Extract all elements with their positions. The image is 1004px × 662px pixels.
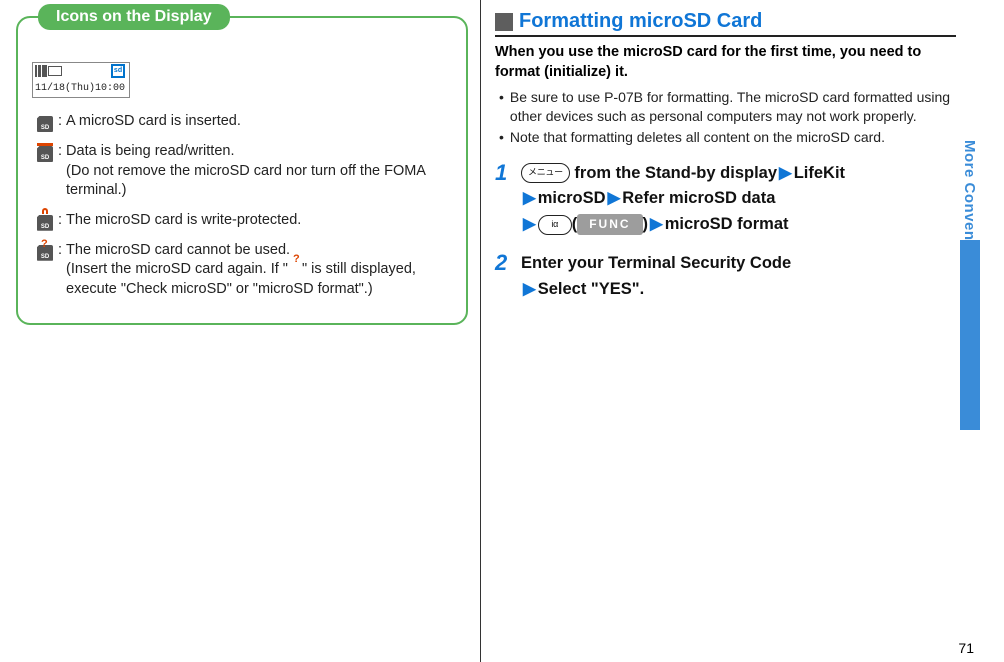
- page-number: 71: [958, 640, 974, 656]
- icon-row-protected: : The microSD card is write-protected.: [32, 211, 452, 231]
- signal-icon: [35, 65, 47, 77]
- step-link: microSD format: [665, 215, 789, 233]
- icon-row-error: ? : The microSD card cannot be used. (In…: [32, 241, 452, 300]
- lcd-screenshot: sd 11/18(Thu)10:00: [32, 62, 452, 98]
- step-text: from the Stand-by display: [570, 164, 777, 182]
- arrow-icon: ▶: [650, 215, 663, 233]
- step-text: Enter your Terminal Security Code: [521, 254, 791, 272]
- step-link: Refer microSD data: [622, 189, 775, 207]
- arrow-icon: ▶: [523, 215, 536, 233]
- icons-callout: Icons on the Display sd 11/18(Thu)10:00 …: [16, 16, 468, 325]
- section-heading: Formatting microSD Card: [495, 10, 956, 37]
- step-text: Select "YES".: [538, 280, 644, 298]
- step-2: 2 Enter your Terminal Security Code ▶Sel…: [495, 251, 956, 302]
- callout-title: Icons on the Display: [38, 4, 230, 30]
- icon-row-inserted: : A microSD card is inserted.: [32, 112, 452, 132]
- step-number-icon: 1: [495, 161, 521, 238]
- irda-key-icon: iα: [538, 215, 572, 235]
- arrow-icon: ▶: [779, 164, 792, 182]
- sd-card-readwrite-icon: [37, 144, 53, 162]
- icon-desc: Data is being read/written.: [66, 143, 234, 159]
- arrow-icon: ▶: [523, 189, 536, 207]
- arrow-icon: ▶: [523, 280, 536, 298]
- intro-text: When you use the microSD card for the fi…: [495, 43, 956, 82]
- arrow-icon: ▶: [608, 189, 621, 207]
- sd-card-error-icon: ?: [37, 243, 53, 261]
- step-link: LifeKit: [794, 164, 845, 182]
- step-1: 1 メニュー from the Stand-by display▶LifeKit…: [495, 161, 956, 238]
- side-tab-marker: [960, 240, 980, 430]
- battery-icon: [48, 66, 62, 76]
- icon-row-readwrite: : Data is being read/written. (Do not re…: [32, 142, 452, 201]
- sd-card-locked-icon: [37, 213, 53, 231]
- bullet-item: Be sure to use P-07B for formatting. The…: [499, 88, 956, 126]
- sd-indicator-icon: sd: [111, 64, 125, 78]
- step-link: microSD: [538, 189, 606, 207]
- icon-desc-sub: (Do not remove the microSD card nor turn…: [66, 163, 425, 199]
- menu-key-icon: メニュー: [521, 163, 570, 183]
- icon-desc: The microSD card cannot be used.: [66, 242, 290, 258]
- square-bullet-icon: [495, 13, 513, 31]
- lcd-clock: 11/18(Thu)10:00: [35, 83, 125, 94]
- func-button-icon: FUNC: [577, 214, 642, 235]
- step-number-icon: 2: [495, 251, 521, 302]
- sd-card-icon: [37, 114, 53, 132]
- section-title: Formatting microSD Card: [519, 10, 762, 33]
- bullet-item: Note that formatting deletes all content…: [499, 128, 956, 147]
- icon-desc-sub: (Insert the microSD card again. If "?" i…: [66, 261, 416, 297]
